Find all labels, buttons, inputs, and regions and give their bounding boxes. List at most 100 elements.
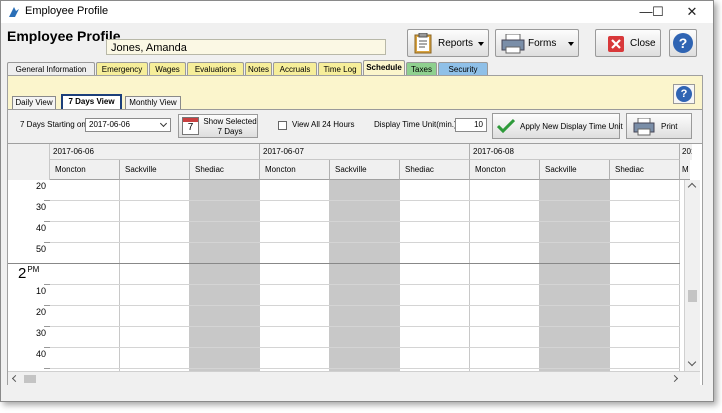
tab-accruals[interactable]: Accruals: [273, 62, 317, 75]
location-header-partial: M: [680, 160, 690, 180]
help-icon: ?: [676, 86, 692, 102]
employee-profile-window: Employee Profile — ☐ ✕ Employee Profile …: [0, 0, 714, 402]
time-label: 30: [35, 202, 46, 212]
close-button[interactable]: Close: [595, 29, 661, 57]
close-window-button[interactable]: ✕: [675, 1, 709, 23]
hour-divider: [8, 263, 680, 264]
profile-header: Employee Profile Jones, Amanda Reports F…: [1, 23, 713, 61]
checkmark-icon: [497, 118, 515, 134]
schedule-column[interactable]: [120, 180, 190, 385]
scroll-thumb[interactable]: [688, 290, 697, 302]
help-button[interactable]: ?: [669, 29, 697, 57]
location-header[interactable]: Shediac: [610, 160, 680, 180]
date-header-partial: 201: [680, 144, 692, 160]
unavailable-column[interactable]: [190, 180, 260, 385]
schedule-panel: Daily View 7 Days View Monthly View ? 7 Da…: [7, 75, 703, 385]
location-header[interactable]: Moncton: [470, 160, 540, 180]
tab-notes[interactable]: Notes: [245, 62, 272, 75]
show-selected-line1: Show Selected: [203, 117, 257, 126]
tab-emergency[interactable]: Emergency: [96, 62, 148, 75]
schedule-column[interactable]: [610, 180, 680, 385]
close-icon: [608, 36, 624, 52]
show-selected-line2: 7 Days: [217, 127, 243, 136]
horizontal-scrollbar[interactable]: [8, 371, 700, 385]
start-date-picker[interactable]: 2017-06-06: [85, 118, 171, 132]
tab-general-information[interactable]: General Information: [7, 62, 95, 75]
time-label: 40: [35, 349, 46, 359]
window-title: Employee Profile: [25, 5, 109, 17]
tab-wages[interactable]: Wages: [149, 62, 186, 75]
tab-schedule[interactable]: Schedule: [363, 60, 405, 75]
tab-taxes[interactable]: Taxes: [406, 62, 437, 75]
app-icon: [9, 7, 19, 17]
row-divider: [50, 368, 680, 369]
time-label: 10: [35, 286, 46, 296]
printer-icon: [633, 118, 655, 136]
row-divider: [50, 347, 680, 348]
row-divider: [50, 200, 680, 201]
row-divider: [50, 326, 680, 327]
time-label: 30: [35, 328, 46, 338]
row-divider: [50, 305, 680, 306]
reports-button[interactable]: Reports: [407, 29, 489, 57]
panel-help-button[interactable]: ?: [673, 84, 695, 104]
calendar-icon: 7: [182, 117, 199, 135]
tab-evaluations[interactable]: Evaluations: [187, 62, 244, 75]
chevron-down-icon: [159, 119, 168, 128]
location-header[interactable]: Moncton: [260, 160, 330, 180]
schedule-column[interactable]: [50, 180, 120, 385]
grid-corner: [8, 144, 50, 180]
chevron-down-icon[interactable]: [687, 357, 697, 367]
schedule-column[interactable]: [260, 180, 330, 385]
print-button[interactable]: Print: [626, 113, 692, 139]
apply-time-unit-button[interactable]: Apply New Display Time Unit: [492, 113, 623, 139]
employee-name-field[interactable]: Jones, Amanda: [106, 39, 386, 55]
start-date-value: 2017-06-06: [89, 120, 130, 129]
time-label: 40: [35, 223, 46, 233]
schedule-grid[interactable]: 2017-06-06 Moncton Sackville Shediac 2017-06…: [8, 143, 702, 385]
time-unit-label: Display Time Unit(min.): [374, 120, 457, 129]
location-header[interactable]: Shediac: [400, 160, 470, 180]
help-icon: ?: [673, 33, 693, 53]
schedule-column[interactable]: [470, 180, 540, 385]
subtab-7-days-view[interactable]: 7 Days View: [61, 94, 122, 109]
location-header[interactable]: Sackville: [330, 160, 400, 180]
reports-label: Reports: [438, 38, 474, 49]
subtab-monthly-view[interactable]: Monthly View: [125, 96, 181, 109]
row-divider: [50, 242, 680, 243]
location-header[interactable]: Sackville: [120, 160, 190, 180]
chevron-down-icon: [568, 42, 574, 46]
time-label: 50: [35, 244, 46, 254]
close-label: Close: [630, 38, 656, 49]
time-label: 20: [35, 307, 46, 317]
tab-security[interactable]: Security: [438, 62, 488, 75]
chevron-up-icon[interactable]: [687, 182, 697, 192]
start-date-label: 7 Days Starting on: [20, 120, 86, 129]
calendar-day: 7: [187, 122, 194, 133]
location-header[interactable]: Sackville: [540, 160, 610, 180]
hour-suffix: PM: [27, 265, 40, 274]
print-label: Print: [661, 122, 678, 131]
schedule-column[interactable]: [400, 180, 470, 385]
forms-button[interactable]: Forms: [495, 29, 579, 57]
subtab-daily-view[interactable]: Daily View: [12, 96, 56, 109]
unavailable-column[interactable]: [330, 180, 400, 385]
maximize-button[interactable]: ☐: [641, 1, 675, 23]
vertical-scrollbar[interactable]: [684, 180, 700, 371]
unavailable-column[interactable]: [540, 180, 610, 385]
location-header[interactable]: Moncton: [50, 160, 120, 180]
chevron-down-icon: [478, 42, 484, 46]
location-header[interactable]: Shediac: [190, 160, 260, 180]
show-selected-button[interactable]: 7 Show Selected 7 Days: [178, 114, 258, 138]
schedule-controls: 7 Days Starting on 2017-06-06 7 Show Sel…: [8, 109, 702, 144]
view-all-checkbox[interactable]: [278, 121, 287, 130]
time-unit-value: 10: [474, 120, 483, 129]
clipboard-icon: [414, 33, 432, 54]
chevron-right-icon[interactable]: [670, 374, 679, 383]
row-divider: [50, 221, 680, 222]
scroll-thumb[interactable]: [24, 375, 36, 383]
tab-time-log[interactable]: Time Log: [318, 62, 362, 75]
page-title: Employee Profile: [7, 28, 121, 44]
time-unit-input[interactable]: 10: [455, 118, 487, 132]
chevron-left-icon[interactable]: [11, 374, 20, 383]
